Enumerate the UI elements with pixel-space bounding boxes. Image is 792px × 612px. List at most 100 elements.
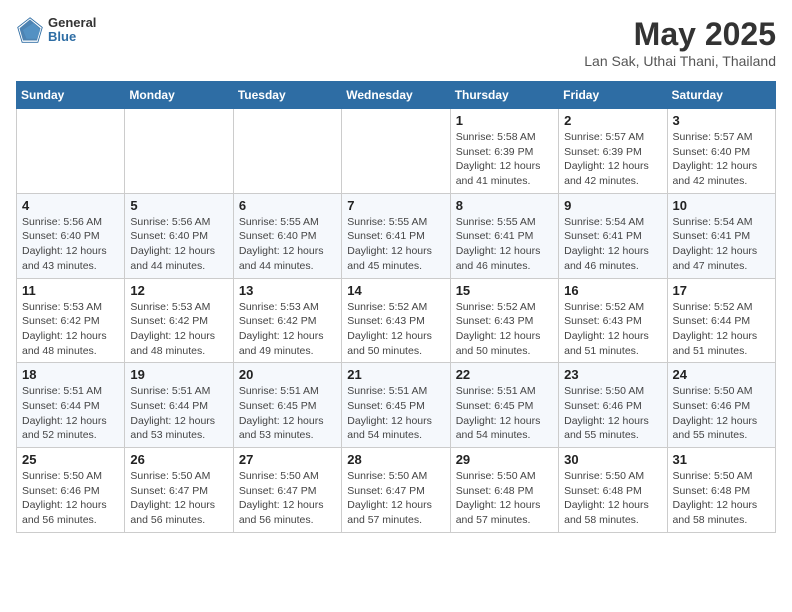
calendar-table: SundayMondayTuesdayWednesdayThursdayFrid… — [16, 81, 776, 533]
day-number: 3 — [673, 113, 770, 128]
calendar-cell: 24Sunrise: 5:50 AMSunset: 6:46 PMDayligh… — [667, 363, 775, 448]
logo-text: General Blue — [48, 16, 96, 45]
calendar-cell: 1 Sunrise: 5:58 AMSunset: 6:39 PMDaylight… — [450, 109, 558, 194]
calendar-week-3: 11 Sunrise: 5:53 AMSunset: 6:42 PMDayligh… — [17, 278, 776, 363]
logo-blue: Blue — [48, 30, 96, 44]
day-info: Sunrise: 5:50 AMSunset: 6:47 PMDaylight:… — [347, 469, 444, 528]
calendar-cell: 20 Sunrise: 5:51 AMSunset: 6:45 PMDayligh… — [233, 363, 341, 448]
day-number: 11 — [22, 283, 119, 298]
calendar-cell: 13Sunrise: 5:53 AMSunset: 6:42 PMDayligh… — [233, 278, 341, 363]
day-number: 15 — [456, 283, 553, 298]
weekday-header-monday: Monday — [125, 82, 233, 109]
day-info: Sunrise: 5:50 AMSunset: 6:46 PMDaylight:… — [673, 384, 770, 443]
calendar-header: SundayMondayTuesdayWednesdayThursdayFrid… — [17, 82, 776, 109]
weekday-header-thursday: Thursday — [450, 82, 558, 109]
calendar-cell: 5 Sunrise: 5:56 AMSunset: 6:40 PMDaylight… — [125, 193, 233, 278]
day-info: Sunrise: 5:51 AMSunset: 6:45 PMDaylight:… — [239, 384, 336, 443]
day-info: Sunrise: 5:52 AMSunset: 6:43 PMDaylight:… — [456, 300, 553, 359]
title-block: May 2025 Lan Sak, Uthai Thani, Thailand — [584, 16, 776, 69]
calendar-cell: 25 Sunrise: 5:50 AMSunset: 6:46 PMDayligh… — [17, 448, 125, 533]
day-info: Sunrise: 5:55 AMSunset: 6:40 PMDaylight:… — [239, 215, 336, 274]
day-info: Sunrise: 5:50 AMSunset: 6:46 PMDaylight:… — [22, 469, 119, 528]
day-info: Sunrise: 5:51 AMSunset: 6:45 PMDaylight:… — [456, 384, 553, 443]
calendar-cell — [17, 109, 125, 194]
day-number: 4 — [22, 198, 119, 213]
day-number: 30 — [564, 452, 661, 467]
day-info: Sunrise: 5:55 AMSunset: 6:41 PMDaylight:… — [347, 215, 444, 274]
day-info: Sunrise: 5:58 AMSunset: 6:39 PMDaylight:… — [456, 130, 553, 189]
day-number: 8 — [456, 198, 553, 213]
day-number: 22 — [456, 367, 553, 382]
calendar-week-1: 1 Sunrise: 5:58 AMSunset: 6:39 PMDaylight… — [17, 109, 776, 194]
calendar-week-4: 18 Sunrise: 5:51 AMSunset: 6:44 PMDayligh… — [17, 363, 776, 448]
day-number: 7 — [347, 198, 444, 213]
day-number: 17 — [673, 283, 770, 298]
weekday-row: SundayMondayTuesdayWednesdayThursdayFrid… — [17, 82, 776, 109]
day-info: Sunrise: 5:52 AMSunset: 6:43 PMDaylight:… — [564, 300, 661, 359]
calendar-week-5: 25 Sunrise: 5:50 AMSunset: 6:46 PMDayligh… — [17, 448, 776, 533]
day-info: Sunrise: 5:52 AMSunset: 6:43 PMDaylight:… — [347, 300, 444, 359]
day-number: 31 — [673, 452, 770, 467]
day-info: Sunrise: 5:53 AMSunset: 6:42 PMDaylight:… — [130, 300, 227, 359]
day-info: Sunrise: 5:50 AMSunset: 6:47 PMDaylight:… — [239, 469, 336, 528]
day-number: 5 — [130, 198, 227, 213]
weekday-header-tuesday: Tuesday — [233, 82, 341, 109]
calendar-cell — [342, 109, 450, 194]
day-info: Sunrise: 5:57 AMSunset: 6:39 PMDaylight:… — [564, 130, 661, 189]
weekday-header-sunday: Sunday — [17, 82, 125, 109]
day-number: 21 — [347, 367, 444, 382]
calendar-cell: 15 Sunrise: 5:52 AMSunset: 6:43 PMDayligh… — [450, 278, 558, 363]
day-info: Sunrise: 5:50 AMSunset: 6:47 PMDaylight:… — [130, 469, 227, 528]
day-number: 14 — [347, 283, 444, 298]
calendar-cell: 21 Sunrise: 5:51 AMSunset: 6:45 PMDayligh… — [342, 363, 450, 448]
day-info: Sunrise: 5:51 AMSunset: 6:45 PMDaylight:… — [347, 384, 444, 443]
weekday-header-saturday: Saturday — [667, 82, 775, 109]
calendar-cell: 4 Sunrise: 5:56 AMSunset: 6:40 PMDaylight… — [17, 193, 125, 278]
day-number: 10 — [673, 198, 770, 213]
day-number: 25 — [22, 452, 119, 467]
day-number: 18 — [22, 367, 119, 382]
logo: General Blue — [16, 16, 96, 45]
calendar-cell — [233, 109, 341, 194]
calendar-body: 1 Sunrise: 5:58 AMSunset: 6:39 PMDaylight… — [17, 109, 776, 533]
calendar-week-2: 4 Sunrise: 5:56 AMSunset: 6:40 PMDaylight… — [17, 193, 776, 278]
day-info: Sunrise: 5:51 AMSunset: 6:44 PMDaylight:… — [130, 384, 227, 443]
day-number: 28 — [347, 452, 444, 467]
weekday-header-friday: Friday — [559, 82, 667, 109]
day-number: 16 — [564, 283, 661, 298]
calendar-cell: 17 Sunrise: 5:52 AMSunset: 6:44 PMDayligh… — [667, 278, 775, 363]
day-info: Sunrise: 5:50 AMSunset: 6:48 PMDaylight:… — [673, 469, 770, 528]
logo-general: General — [48, 16, 96, 30]
day-number: 1 — [456, 113, 553, 128]
day-number: 2 — [564, 113, 661, 128]
day-info: Sunrise: 5:50 AMSunset: 6:46 PMDaylight:… — [564, 384, 661, 443]
calendar-cell — [125, 109, 233, 194]
calendar-cell: 8 Sunrise: 5:55 AMSunset: 6:41 PMDaylight… — [450, 193, 558, 278]
day-info: Sunrise: 5:53 AMSunset: 6:42 PMDaylight:… — [22, 300, 119, 359]
day-number: 29 — [456, 452, 553, 467]
calendar-cell: 11 Sunrise: 5:53 AMSunset: 6:42 PMDayligh… — [17, 278, 125, 363]
calendar-cell: 3 Sunrise: 5:57 AMSunset: 6:40 PMDaylight… — [667, 109, 775, 194]
page-header: General Blue May 2025 Lan Sak, Uthai Tha… — [16, 16, 776, 69]
day-info: Sunrise: 5:52 AMSunset: 6:44 PMDaylight:… — [673, 300, 770, 359]
calendar-cell: 14 Sunrise: 5:52 AMSunset: 6:43 PMDayligh… — [342, 278, 450, 363]
day-info: Sunrise: 5:56 AMSunset: 6:40 PMDaylight:… — [130, 215, 227, 274]
calendar-cell: 27Sunrise: 5:50 AMSunset: 6:47 PMDayligh… — [233, 448, 341, 533]
day-number: 19 — [130, 367, 227, 382]
day-info: Sunrise: 5:54 AMSunset: 6:41 PMDaylight:… — [673, 215, 770, 274]
calendar-cell: 7 Sunrise: 5:55 AMSunset: 6:41 PMDaylight… — [342, 193, 450, 278]
day-info: Sunrise: 5:56 AMSunset: 6:40 PMDaylight:… — [22, 215, 119, 274]
logo-icon — [16, 16, 44, 44]
calendar-cell: 31 Sunrise: 5:50 AMSunset: 6:48 PMDayligh… — [667, 448, 775, 533]
calendar-cell: 16 Sunrise: 5:52 AMSunset: 6:43 PMDayligh… — [559, 278, 667, 363]
day-info: Sunrise: 5:50 AMSunset: 6:48 PMDaylight:… — [564, 469, 661, 528]
calendar-cell: 18Sunrise: 5:51 AMSunset: 6:44 PMDayligh… — [17, 363, 125, 448]
day-number: 20 — [239, 367, 336, 382]
day-info: Sunrise: 5:55 AMSunset: 6:41 PMDaylight:… — [456, 215, 553, 274]
calendar-cell: 10 Sunrise: 5:54 AMSunset: 6:41 PMDayligh… — [667, 193, 775, 278]
calendar-cell: 2 Sunrise: 5:57 AMSunset: 6:39 PMDaylight… — [559, 109, 667, 194]
day-info: Sunrise: 5:57 AMSunset: 6:40 PMDaylight:… — [673, 130, 770, 189]
weekday-header-wednesday: Wednesday — [342, 82, 450, 109]
day-info: Sunrise: 5:53 AMSunset: 6:42 PMDaylight:… — [239, 300, 336, 359]
month-title: May 2025 — [584, 16, 776, 53]
